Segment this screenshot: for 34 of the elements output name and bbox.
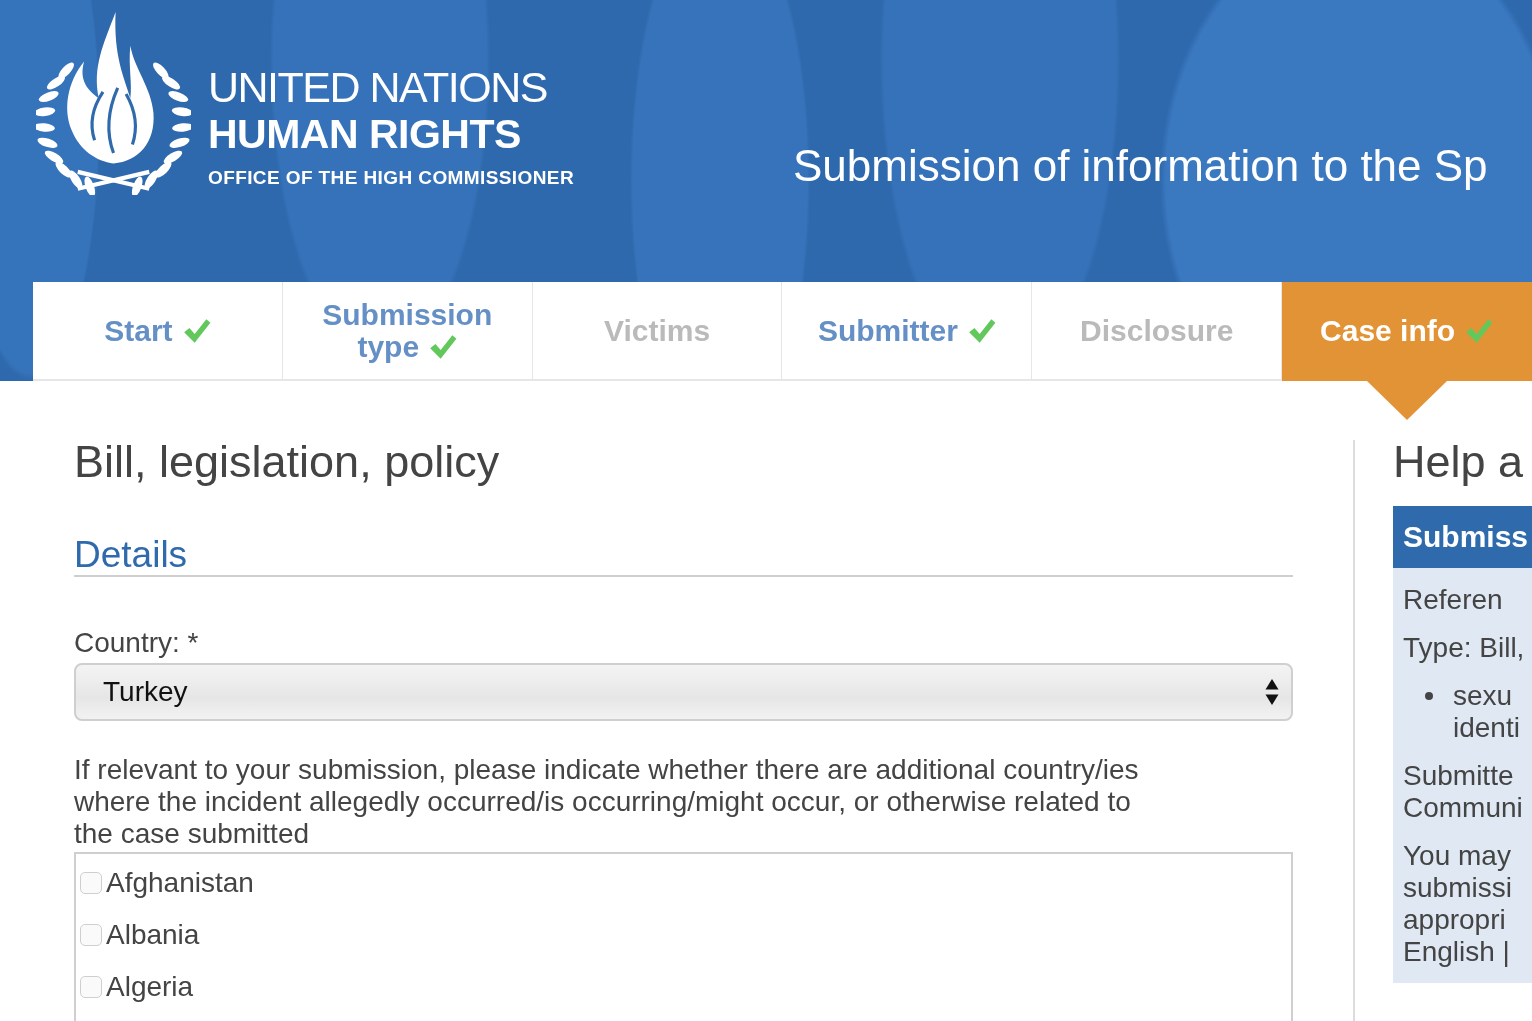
logo-text: HUMAN RIGHTS — [208, 114, 521, 159]
help-text: You may submissi appropri English | — [1403, 840, 1513, 968]
country-option-label[interactable]: Afghanistan — [106, 867, 254, 899]
step-tab[interactable]: Submission type — [282, 282, 533, 381]
field-prompt: If relevant to your submission, please indicate whether there are additional country/ies where the incident allegedly occurred/is occurring/might occur, or otherwise related to the case submitted — [74, 754, 1140, 850]
summary-heading: Submiss — [1393, 506, 1532, 568]
check-icon — [429, 333, 458, 360]
field-label: Country: * — [74, 627, 199, 659]
updown-arrows-icon — [1265, 678, 1279, 706]
help-text: Submitte Communi — [1403, 760, 1524, 824]
step-tab[interactable]: Start — [33, 282, 283, 381]
step-tab[interactable]: Victims — [532, 282, 783, 381]
help-title: Help a — [1393, 437, 1524, 487]
checkbox[interactable] — [80, 924, 102, 946]
step-tab[interactable]: Submitter — [782, 282, 1033, 381]
step-tab[interactable]: Disclosure — [1032, 282, 1283, 381]
check-icon — [182, 317, 211, 344]
check-icon — [967, 317, 996, 344]
site-title: Submission of information to the Sp — [793, 140, 1488, 192]
help-text: Referen — [1403, 584, 1504, 616]
logo-text: OFFICE OF THE HIGH COMMISSIONER — [208, 168, 574, 187]
section-heading: Details — [74, 535, 188, 575]
country-select[interactable]: Turkey — [74, 663, 1293, 721]
help-text: Type: Bill, — [1403, 632, 1526, 664]
step-tab[interactable]: Case info — [1282, 282, 1532, 381]
form-title: Bill, legislation, policy — [74, 437, 500, 487]
help-list-item: sexu identi — [1453, 680, 1520, 744]
bullet-icon — [1425, 692, 1433, 700]
logo-text: UNITED NATIONS — [208, 66, 547, 112]
checkbox[interactable] — [80, 976, 102, 998]
checkbox[interactable] — [80, 872, 102, 894]
check-icon — [1465, 317, 1494, 344]
country-option-label[interactable]: Algeria — [106, 971, 194, 1003]
country-option-label[interactable]: Albania — [106, 919, 200, 951]
